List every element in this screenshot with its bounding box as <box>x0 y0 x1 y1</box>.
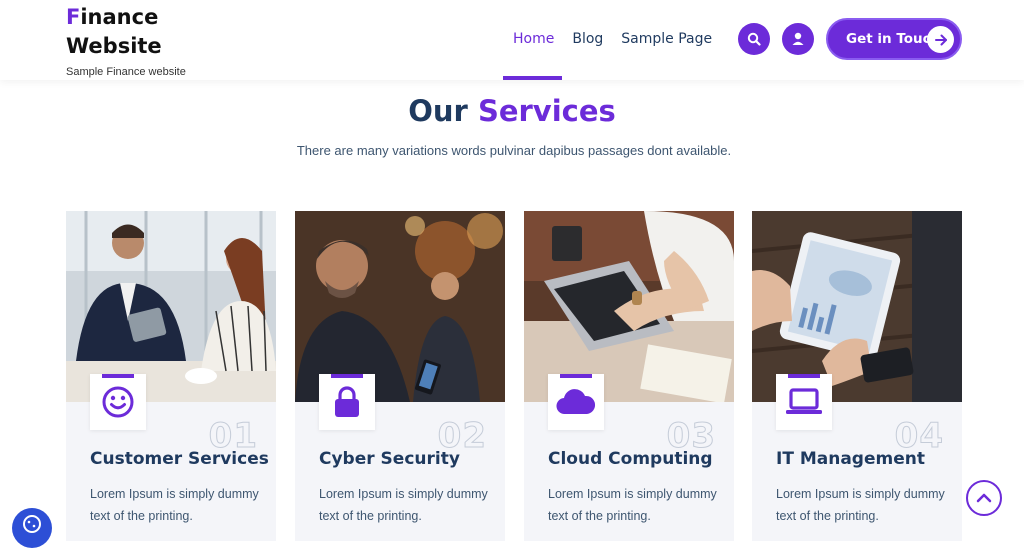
smiley-icon <box>102 386 134 418</box>
site-logo[interactable]: Finance Website <box>66 3 186 61</box>
laptop-icon <box>786 388 822 414</box>
nav-item-blog[interactable]: Blog <box>572 31 603 47</box>
user-button[interactable] <box>782 23 814 55</box>
icon-accent-bar <box>560 374 592 378</box>
service-card-customer-services[interactable]: 01 Customer Services Lorem Ipsum is simp… <box>66 211 276 541</box>
scroll-to-top-button[interactable] <box>966 480 1002 516</box>
service-description: Lorem Ipsum is simply dummy text of the … <box>776 487 945 523</box>
cookie-settings-button[interactable] <box>12 508 52 548</box>
get-in-touch-button[interactable]: Get in Touch <box>826 18 962 60</box>
icon-accent-bar <box>788 374 820 378</box>
services-subtitle: There are many variations words pulvinar… <box>296 143 732 158</box>
services-heading: Our Services <box>408 94 616 128</box>
main-nav: Home Blog Sample Page <box>513 31 730 47</box>
service-card-it-management[interactable]: 04 IT Management Lorem Ipsum is simply d… <box>752 211 962 541</box>
service-title[interactable]: Customer Services <box>90 449 269 469</box>
service-description: Lorem Ipsum is simply dummy text of the … <box>548 487 717 523</box>
nav-item-home[interactable]: Home <box>513 31 554 47</box>
lock-icon <box>335 386 359 417</box>
icon-accent-bar <box>331 374 363 378</box>
search-icon <box>747 32 761 46</box>
service-description: Lorem Ipsum is simply dummy text of the … <box>90 487 259 523</box>
arrow-right-icon <box>927 26 954 53</box>
site-tagline: Sample Finance website <box>66 66 186 78</box>
service-icon-box <box>776 374 832 430</box>
service-icon-box <box>319 374 375 430</box>
cookie-icon <box>23 515 41 533</box>
service-icon-box <box>90 374 146 430</box>
service-icon-box <box>548 374 604 430</box>
service-card-cyber-security[interactable]: 02 Cyber Security Lorem Ipsum is simply … <box>295 211 505 541</box>
cloud-icon <box>556 389 596 415</box>
user-icon <box>792 32 804 45</box>
service-description: Lorem Ipsum is simply dummy text of the … <box>319 487 488 523</box>
service-title[interactable]: Cyber Security <box>319 449 460 469</box>
nav-active-indicator <box>503 76 562 80</box>
service-title[interactable]: IT Management <box>776 449 925 469</box>
icon-accent-bar <box>102 374 134 378</box>
search-button[interactable] <box>738 23 770 55</box>
nav-item-sample-page[interactable]: Sample Page <box>621 31 712 47</box>
service-card-cloud-computing[interactable]: 03 Cloud Computing Lorem Ipsum is simply… <box>524 211 734 541</box>
chevron-up-icon <box>976 493 992 503</box>
service-title[interactable]: Cloud Computing <box>548 449 713 469</box>
site-header: Finance Website Sample Finance website H… <box>0 0 1024 80</box>
